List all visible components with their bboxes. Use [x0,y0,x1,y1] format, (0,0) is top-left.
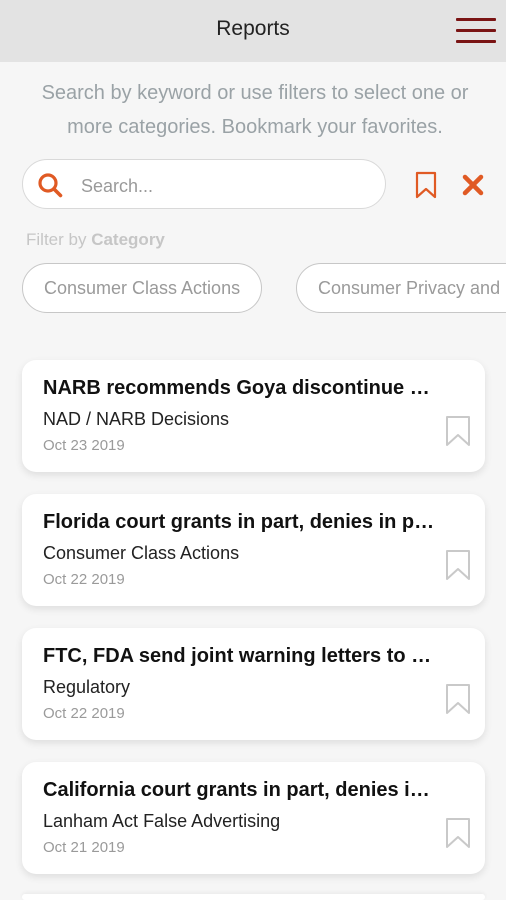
report-title: FTC, FDA send joint warning letters to c… [43,645,438,667]
report-date: Oct 22 2019 [43,571,125,588]
clear-filters-icon[interactable] [462,174,484,196]
report-card-partial [22,894,485,900]
top-bar: Reports [0,0,506,62]
filter-label: Filter by Category [26,230,165,250]
report-date: Oct 21 2019 [43,839,125,856]
bookmark-icon[interactable] [445,549,471,581]
report-date: Oct 22 2019 [43,705,125,722]
report-category: Consumer Class Actions [43,543,240,563]
report-title: NARB recommends Goya discontinue adverti… [43,377,438,399]
report-category: Regulatory [43,677,131,697]
bookmark-filter-icon[interactable] [414,171,438,199]
report-card[interactable]: Florida court grants in part, denies in … [22,494,485,606]
search-icon[interactable] [37,172,63,198]
bookmark-icon[interactable] [445,415,471,447]
search-box [22,159,386,209]
report-card[interactable]: NARB recommends Goya discontinue adverti… [22,360,485,472]
intro-text: Search by keyword or use filters to sele… [41,82,469,138]
filter-label-category: Category [91,230,165,249]
chip-consumer-privacy[interactable]: Consumer Privacy and Data Security [296,263,506,313]
page-title: Reports [216,17,290,40]
bookmark-icon[interactable] [445,683,471,715]
report-card[interactable]: California court grants in part, denies … [22,762,485,874]
report-card[interactable]: FTC, FDA send joint warning letters to c… [22,628,485,740]
report-title: California court grants in part, denies … [43,779,438,801]
filter-label-prefix: Filter by [26,230,87,249]
category-chips: Consumer Class Actions Consumer Privacy … [0,263,506,315]
report-date: Oct 23 2019 [43,437,125,454]
hamburger-menu-icon[interactable] [456,16,496,46]
report-category: Lanham Act False Advertising [43,811,281,831]
bookmark-icon[interactable] [445,817,471,849]
report-title: Florida court grants in part, denies in … [43,511,438,533]
chip-consumer-class-actions[interactable]: Consumer Class Actions [22,263,263,313]
search-input[interactable] [79,170,373,202]
report-category: NAD / NARB Decisions [43,409,230,429]
